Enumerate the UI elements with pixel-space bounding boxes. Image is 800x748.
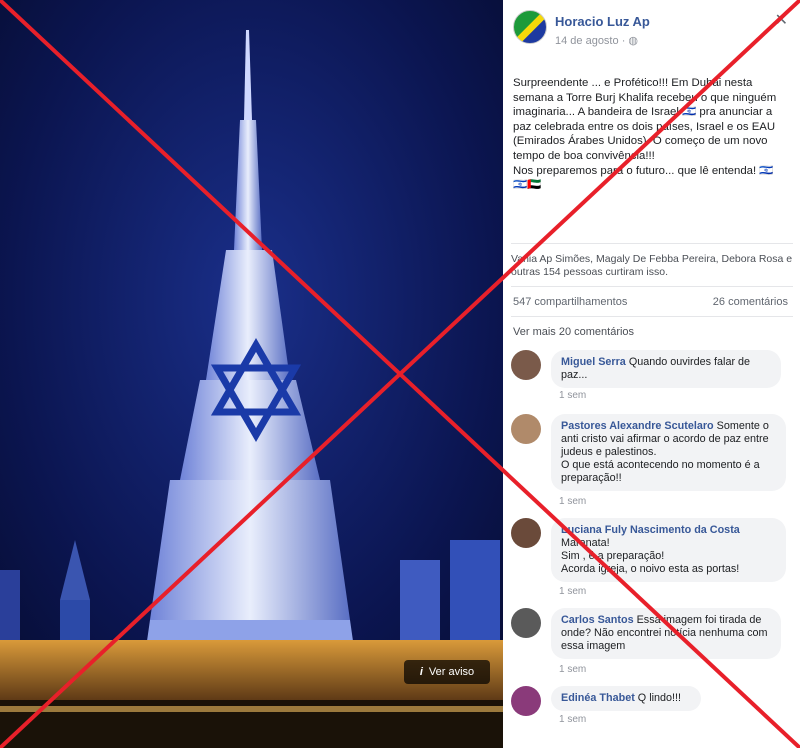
divider xyxy=(511,243,793,244)
commenter-name[interactable]: Pastores Alexandre Scutelaro xyxy=(561,420,714,432)
comment-time[interactable]: 1 sem xyxy=(559,714,586,725)
divider xyxy=(511,286,793,287)
comment-time[interactable]: 1 sem xyxy=(559,390,586,401)
more-options-icon[interactable]: ✕ xyxy=(775,10,788,30)
post-line: tempo de boa convivência!!! xyxy=(513,149,655,162)
post-date[interactable]: 14 de agosto · ◍ xyxy=(555,34,638,47)
post-line: 🇮🇱🇦🇪 xyxy=(513,179,542,192)
author-avatar[interactable] xyxy=(513,10,547,44)
author-name[interactable]: Horacio Luz Ap xyxy=(555,14,650,29)
comment-text: Quando ouvirdes falar de xyxy=(628,356,751,368)
comment-time[interactable]: 1 sem xyxy=(559,586,586,597)
post-date-text: 14 de agosto xyxy=(555,35,619,47)
comment-text: anti cristo vai afirmar o acordo de paz … xyxy=(561,433,769,445)
commenter-avatar[interactable] xyxy=(511,686,541,716)
info-icon: i xyxy=(419,666,423,678)
post-line: paz celebrada entre os dois países, Isra… xyxy=(513,120,776,133)
comment-text: Maranata! xyxy=(561,537,610,549)
commenter-avatar[interactable] xyxy=(511,518,541,548)
comment-text: Q lindo!!! xyxy=(637,692,682,704)
burj-khalifa-image xyxy=(0,0,503,748)
commenter-name[interactable]: Luciana Fuly Nascimento da Costa xyxy=(561,524,740,536)
view-more-comments[interactable]: Ver mais 20 comentários xyxy=(513,326,634,338)
reactions-summary[interactable]: Vania Ap Simões, Magaly De Febba Pereira… xyxy=(511,253,793,279)
comment-text: Somente o xyxy=(716,420,769,432)
post-photo[interactable]: i Ver aviso xyxy=(0,0,503,748)
comment-bubble: Luciana Fuly Nascimento da Costa Maranat… xyxy=(551,518,786,582)
divider xyxy=(511,316,793,317)
commenter-avatar[interactable] xyxy=(511,350,541,380)
comment-bubble: Carlos Santos Essa imagem foi tirada de … xyxy=(551,608,781,659)
post-sidebar: Horacio Luz Ap 14 de agosto · ◍ ✕ Surpre… xyxy=(503,0,800,748)
comment-text: Acorda igreja, o noivo esta as portas! xyxy=(561,563,740,575)
post-line: imaginaria... A bandeira de Israel 🇮🇱 pr… xyxy=(513,106,773,119)
comment-text: Essa imagem foi tirada de xyxy=(636,614,762,626)
post-line: Nos preparemos para o futuro... que lê e… xyxy=(513,164,774,177)
comment-time[interactable]: 1 sem xyxy=(559,496,586,507)
post-line: Surpreendente ... e Profético!!! Em Duba… xyxy=(513,77,753,89)
comment-bubble: Pastores Alexandre Scutelaro Somente o a… xyxy=(551,414,786,491)
comment-text: Sim , é a preparação! xyxy=(561,550,665,562)
comment-bubble: Miguel Serra Quando ouvirdes falar de pa… xyxy=(551,350,781,388)
comment-text: paz... xyxy=(561,369,588,381)
commenter-avatar[interactable] xyxy=(511,608,541,638)
commenter-name[interactable]: Edinéa Thabet xyxy=(561,692,635,704)
comment-text: essa imagem xyxy=(561,640,626,652)
comment-text: O que está acontecendo no momento é a xyxy=(561,459,760,471)
post-text: Surpreendente ... e Profético!!! Em Duba… xyxy=(513,76,793,193)
comment-bubble: Edinéa Thabet Q lindo!!! xyxy=(551,686,701,711)
commenter-name[interactable]: Carlos Santos xyxy=(561,614,634,626)
commenter-avatar[interactable] xyxy=(511,414,541,444)
comment-text: judeus e palestinos. xyxy=(561,446,657,458)
comment-time[interactable]: 1 sem xyxy=(559,664,586,675)
post-line: (Emirados Árabes Unidos). O começo de um… xyxy=(513,135,768,148)
comment-text: preparação!! xyxy=(561,472,622,484)
globe-icon: · ◍ xyxy=(621,35,639,47)
shares-count[interactable]: 547 compartilhamentos xyxy=(513,296,627,308)
warning-label: Ver aviso xyxy=(428,666,475,678)
comment-text: onde? Não encontrei notícia nenhuma com xyxy=(561,627,768,639)
post-line: semana a Torre Burj Khalifa recebeu o qu… xyxy=(513,91,777,104)
warning-badge[interactable]: i Ver aviso xyxy=(404,660,490,684)
commenter-name[interactable]: Miguel Serra xyxy=(561,356,626,368)
comments-count[interactable]: 26 comentários xyxy=(713,296,788,308)
